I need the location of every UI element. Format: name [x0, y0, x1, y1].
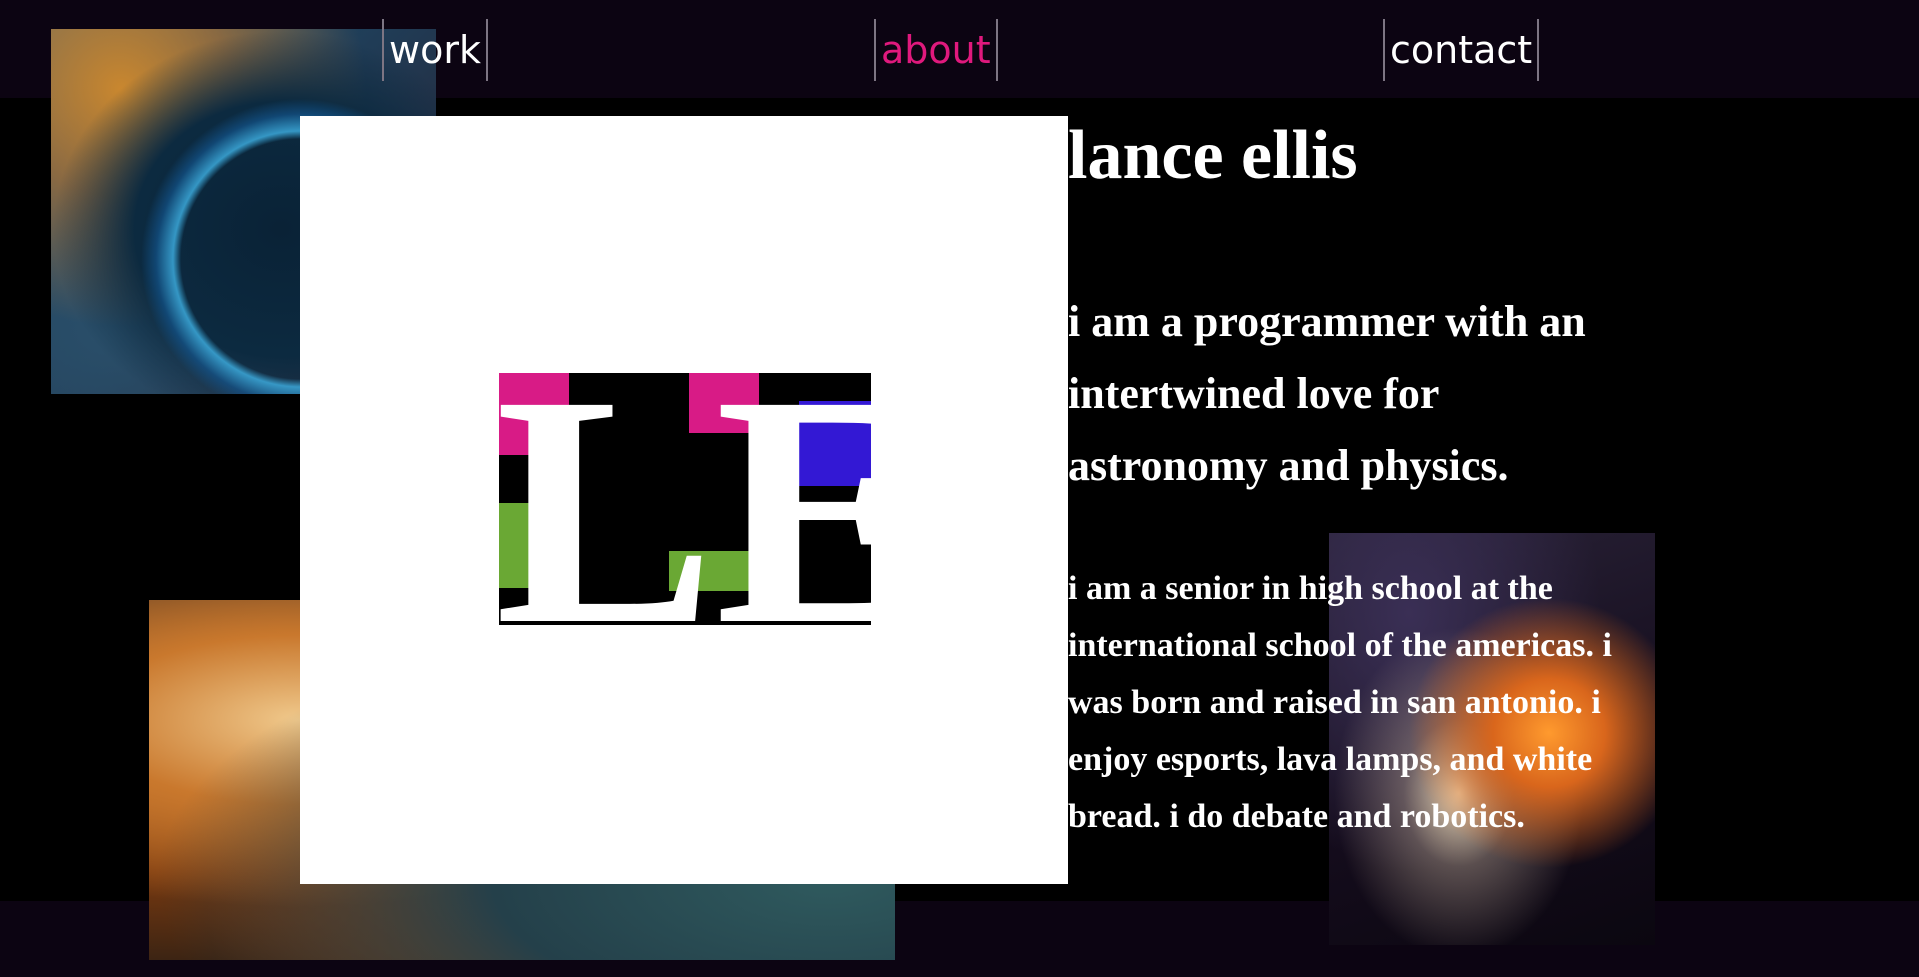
intro-paragraph: i am a programmer with an intertwined lo…: [1068, 297, 1586, 490]
nav-link-contact[interactable]: contact: [1383, 19, 1540, 81]
logo-card: LE: [300, 116, 1068, 884]
bio-paragraph: i am a senior in high school at the inte…: [1068, 570, 1612, 835]
nav-link-work[interactable]: work: [382, 19, 488, 81]
logo-glyph-cutout: [499, 373, 871, 625]
nav-link-label: about: [881, 28, 991, 72]
page-title: lance ellis: [1068, 117, 1358, 194]
nav-link-about[interactable]: about: [874, 19, 998, 81]
nav-link-label: contact: [1390, 28, 1533, 72]
nav-link-label: work: [389, 28, 481, 72]
le-monogram-logo: LE: [499, 373, 871, 625]
